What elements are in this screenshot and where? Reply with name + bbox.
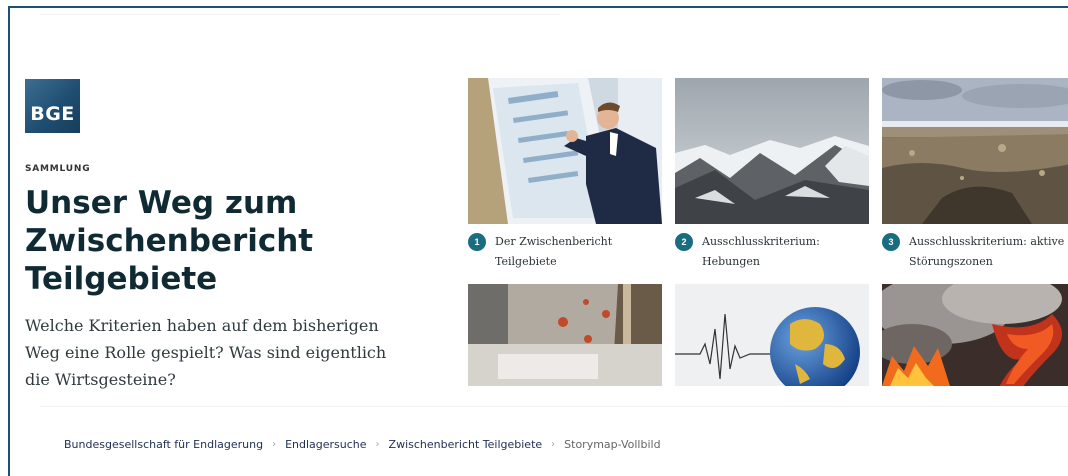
story-card-3[interactable]: 3 Ausschlusskriterium: aktive Störungszo… <box>882 78 1068 272</box>
lava-eruption-image <box>882 284 1068 386</box>
breadcrumb-link-endlagersuche[interactable]: Endlagersuche <box>285 438 366 451</box>
story-card-caption: 2 Ausschlusskriterium: Hebungen <box>675 232 869 272</box>
story-card-title: Der Zwischenbericht Teilgebiete <box>495 235 613 268</box>
drilling-site-image <box>468 284 662 386</box>
story-card-caption: 1 Der Zwischenbericht Teilgebiete <box>468 232 662 272</box>
lead-text: Welche Kriterien haben auf dem bisherige… <box>25 316 387 389</box>
story-card-title: Ausschlusskriterium: Hebungen <box>702 235 820 268</box>
chevron-right-icon: › <box>375 439 380 450</box>
logo-text: BGE <box>30 103 75 125</box>
step-number-badge: 1 <box>468 233 486 251</box>
presenter-image <box>468 78 662 224</box>
story-card-caption: 3 Ausschlusskriterium: aktive Störungszo… <box>882 232 1068 272</box>
divider <box>40 14 560 15</box>
seismograph-globe-image <box>675 284 869 386</box>
divider <box>40 406 1068 407</box>
breadcrumb-current: Storymap-Vollbild <box>564 438 661 451</box>
volcanic-landscape-image <box>882 78 1068 224</box>
story-card-2[interactable]: 2 Ausschlusskriterium: Hebungen <box>675 78 869 272</box>
page-title: Unser Weg zum Zwischenbericht Teilgebiet… <box>25 185 314 297</box>
chevron-right-icon: › <box>272 439 277 450</box>
bge-logo[interactable]: BGE <box>25 79 80 133</box>
breadcrumb-link-zwischenbericht[interactable]: Zwischenbericht Teilgebiete <box>389 438 543 451</box>
mountains-image <box>675 78 869 224</box>
step-number-badge: 3 <box>882 233 900 251</box>
breadcrumb-link-home[interactable]: Bundesgesellschaft für Endlagerung <box>64 438 263 451</box>
story-card-6[interactable] <box>882 284 1068 386</box>
step-number-badge: 2 <box>675 233 693 251</box>
story-card-1[interactable]: 1 Der Zwischenbericht Teilgebiete <box>468 78 662 272</box>
breadcrumb: Bundesgesellschaft für Endlagerung › End… <box>64 438 661 451</box>
story-card-4[interactable] <box>468 284 662 386</box>
chevron-right-icon: › <box>551 439 556 450</box>
story-card-title: Ausschlusskriterium: aktive Störungszone… <box>909 235 1065 268</box>
story-card-5[interactable] <box>675 284 869 386</box>
collection-label: SAMMLUNG <box>25 164 91 174</box>
